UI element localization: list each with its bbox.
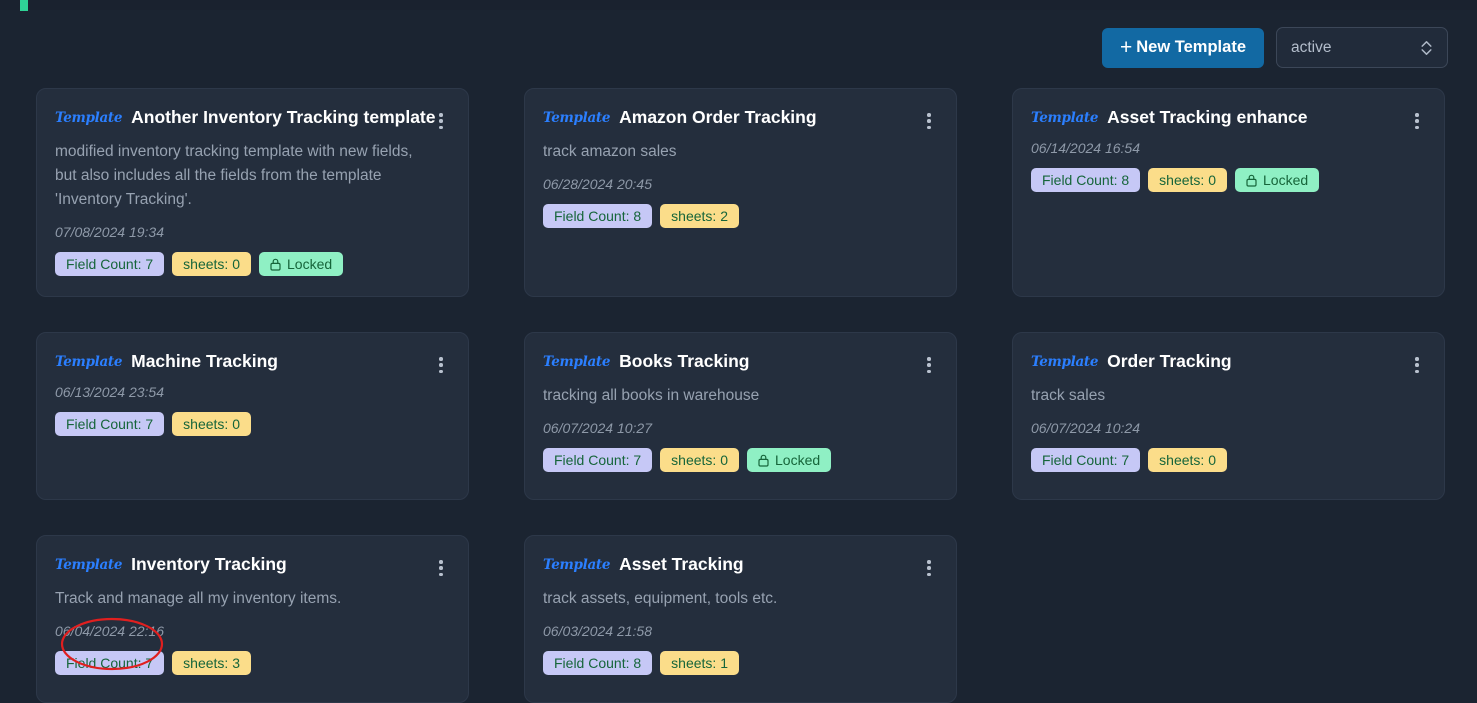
lock-icon: [758, 454, 769, 467]
card-timestamp: 06/13/2024 23:54: [55, 384, 164, 400]
template-card[interactable]: Template Amazon Order Tracking track ama…: [524, 88, 957, 297]
card-title: Asset Tracking: [619, 554, 744, 574]
card-header: Template Machine Tracking: [55, 351, 450, 372]
template-card[interactable]: Template Machine Tracking 06/13/2024 23:…: [36, 332, 469, 500]
field-count-badge: Field Count: 7: [55, 651, 165, 675]
locked-badge: Locked: [259, 252, 344, 276]
card-header: Template Asset Tracking: [543, 554, 938, 575]
locked-badge: Locked: [1235, 168, 1320, 192]
sheets-badge: sheets: 0: [660, 448, 739, 472]
card-title: Books Tracking: [619, 351, 750, 371]
card-options-menu-icon[interactable]: [1408, 111, 1426, 131]
card-timestamp: 06/28/2024 20:45: [543, 176, 652, 192]
card-badges: Field Count: 7 sheets: 0: [1031, 448, 1426, 472]
sheets-badge: sheets: 0: [172, 412, 251, 436]
card-description: modified inventory tracking template wit…: [55, 143, 413, 208]
card-timestamp: 06/04/2024 22:16: [55, 623, 164, 639]
card-description: track sales: [1031, 387, 1106, 404]
template-brand-logo: Template: [543, 109, 611, 126]
card-options-menu-icon[interactable]: [1408, 355, 1426, 375]
field-count-badge: Field Count: 7: [1031, 448, 1141, 472]
template-card[interactable]: Template Asset Tracking track assets, eq…: [524, 535, 957, 703]
template-brand-logo: Template: [543, 353, 611, 370]
card-badges: Field Count: 8 sheets: 2: [543, 204, 938, 228]
card-options-menu-icon[interactable]: [920, 111, 938, 131]
field-count-badge: Field Count: 7: [543, 448, 653, 472]
field-count-badge: Field Count: 8: [543, 651, 653, 675]
card-options-menu-icon[interactable]: [920, 355, 938, 375]
new-template-label: New Template: [1136, 38, 1246, 56]
sheets-badge: sheets: 0: [1148, 168, 1227, 192]
template-card[interactable]: Template Inventory Tracking Track and ma…: [36, 535, 469, 703]
locked-label: Locked: [775, 452, 821, 468]
template-brand-logo: Template: [543, 556, 611, 573]
locked-label: Locked: [287, 256, 333, 272]
lock-icon: [270, 258, 281, 271]
status-filter-select[interactable]: active: [1276, 27, 1448, 68]
card-title: Asset Tracking enhance: [1107, 107, 1308, 127]
card-badges: Field Count: 7 sheets: 0 Locked: [55, 252, 450, 276]
card-badges: Field Count: 8 sheets: 1: [543, 651, 938, 675]
plus-icon: +: [1120, 36, 1133, 59]
template-brand-logo: Template: [1031, 109, 1099, 126]
lock-icon: [1246, 174, 1257, 187]
template-brand-logo: Template: [55, 556, 123, 573]
locked-label: Locked: [1263, 172, 1309, 188]
template-card[interactable]: Template Asset Tracking enhance 06/14/20…: [1012, 88, 1445, 297]
card-title: Machine Tracking: [131, 351, 278, 371]
toolbar: + New Template active: [1102, 27, 1448, 68]
card-options-menu-icon[interactable]: [432, 111, 450, 131]
sheets-badge: sheets: 2: [660, 204, 739, 228]
card-header: Template Inventory Tracking: [55, 554, 450, 575]
new-template-button[interactable]: + New Template: [1102, 27, 1264, 68]
card-timestamp: 06/14/2024 16:54: [1031, 140, 1140, 156]
card-badges: Field Count: 7 sheets: 3: [55, 651, 450, 675]
card-title: Inventory Tracking: [131, 554, 287, 574]
card-description: Track and manage all my inventory items.: [55, 590, 342, 607]
card-description: track amazon sales: [543, 143, 677, 160]
status-filter-value: active: [1291, 38, 1332, 56]
template-card[interactable]: Template Order Tracking track sales 06/0…: [1012, 332, 1445, 500]
sheets-badge: sheets: 0: [172, 252, 251, 276]
card-timestamp: 06/07/2024 10:24: [1031, 420, 1140, 436]
card-header: Template Another Inventory Tracking temp…: [55, 107, 450, 128]
card-description: track assets, equipment, tools etc.: [543, 590, 778, 607]
templates-grid: Template Another Inventory Tracking temp…: [36, 88, 1445, 703]
sheets-badge: sheets: 1: [660, 651, 739, 675]
field-count-badge: Field Count: 7: [55, 252, 165, 276]
card-timestamp: 06/03/2024 21:58: [543, 623, 652, 639]
card-header: Template Books Tracking: [543, 351, 938, 372]
locked-badge: Locked: [747, 448, 832, 472]
card-options-menu-icon[interactable]: [432, 558, 450, 578]
chevron-updown-icon: [1420, 39, 1433, 56]
template-card[interactable]: Template Books Tracking tracking all boo…: [524, 332, 957, 500]
template-brand-logo: Template: [55, 109, 123, 126]
card-title: Order Tracking: [1107, 351, 1232, 371]
card-title: Another Inventory Tracking template: [131, 107, 436, 127]
card-badges: Field Count: 8 sheets: 0 Locked: [1031, 168, 1426, 192]
template-brand-logo: Template: [1031, 353, 1099, 370]
field-count-badge: Field Count: 7: [55, 412, 165, 436]
card-timestamp: 06/07/2024 10:27: [543, 420, 652, 436]
card-header: Template Asset Tracking enhance: [1031, 107, 1426, 128]
card-header: Template Amazon Order Tracking: [543, 107, 938, 128]
template-card[interactable]: Template Another Inventory Tracking temp…: [36, 88, 469, 297]
sheets-badge: sheets: 3: [172, 651, 251, 675]
page-top-strip: [0, 0, 1477, 10]
field-count-badge: Field Count: 8: [543, 204, 653, 228]
sheets-badge: sheets: 0: [1148, 448, 1227, 472]
template-brand-logo: Template: [55, 353, 123, 370]
card-description: tracking all books in warehouse: [543, 387, 760, 404]
card-badges: Field Count: 7 sheets: 0 Locked: [543, 448, 938, 472]
field-count-badge: Field Count: 8: [1031, 168, 1141, 192]
card-options-menu-icon[interactable]: [920, 558, 938, 578]
card-options-menu-icon[interactable]: [432, 355, 450, 375]
nav-active-indicator: [20, 0, 28, 11]
card-header: Template Order Tracking: [1031, 351, 1426, 372]
card-timestamp: 07/08/2024 19:34: [55, 224, 164, 240]
card-title: Amazon Order Tracking: [619, 107, 817, 127]
card-badges: Field Count: 7 sheets: 0: [55, 412, 450, 436]
